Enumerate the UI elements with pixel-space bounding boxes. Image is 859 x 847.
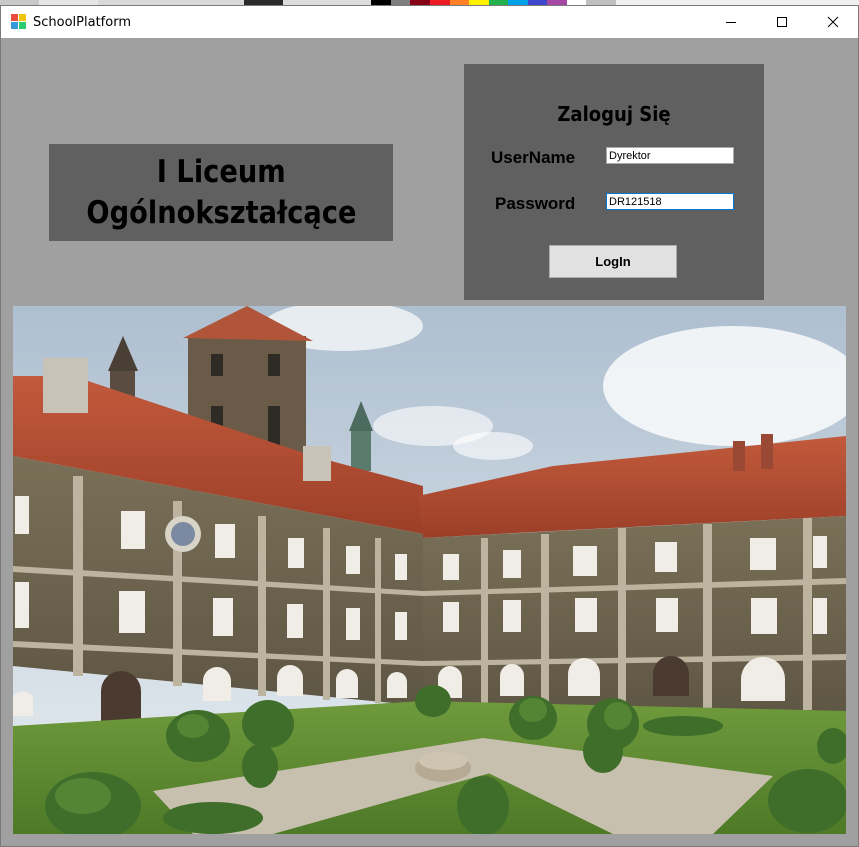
maximize-button[interactable] <box>756 6 807 38</box>
password-label: Password <box>495 194 576 213</box>
password-input[interactable] <box>606 193 734 210</box>
username-label: UserName <box>491 148 576 167</box>
school-name-line1: I Liceum <box>156 153 286 190</box>
school-building-photo <box>13 306 846 834</box>
app-icon <box>11 14 27 30</box>
login-heading: Zaloguj Się <box>557 102 671 126</box>
title-bar[interactable]: SchoolPlatform <box>1 6 858 38</box>
maximize-icon <box>776 17 787 27</box>
username-input[interactable] <box>606 147 734 164</box>
close-button[interactable] <box>807 6 858 38</box>
login-panel: Zaloguj Się UserName Password LogIn <box>464 64 764 300</box>
window-controls <box>705 6 858 38</box>
minimize-icon <box>725 22 736 23</box>
login-button[interactable]: LogIn <box>549 245 677 278</box>
school-name-line2: Ogólnokształcące <box>85 194 357 231</box>
minimize-button[interactable] <box>705 6 756 38</box>
main-window: SchoolPlatform I Liceum Ogólnokształcące… <box>0 5 859 847</box>
close-icon <box>827 16 838 28</box>
window-title: SchoolPlatform <box>33 14 131 30</box>
school-name-panel: I Liceum Ogólnokształcące <box>49 144 393 241</box>
